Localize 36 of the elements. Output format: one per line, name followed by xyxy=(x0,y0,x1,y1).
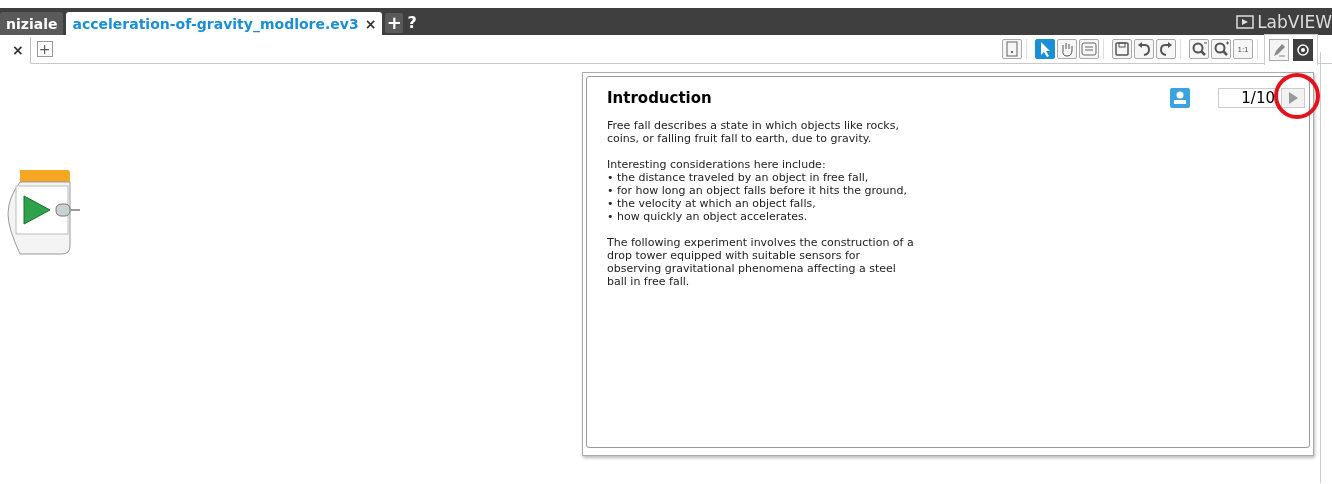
view-tab[interactable] xyxy=(1293,39,1313,61)
zoom-out-button[interactable] xyxy=(1189,39,1209,59)
document-icon xyxy=(1003,40,1021,58)
file-tab[interactable]: niziale xyxy=(0,12,64,35)
add-tab-button[interactable]: + xyxy=(385,13,404,33)
document-button[interactable] xyxy=(1002,39,1022,59)
comment-button[interactable] xyxy=(1079,39,1099,59)
program-tab[interactable]: × xyxy=(0,37,31,64)
logo-text: LabVIEW xyxy=(1257,11,1332,32)
file-tab[interactable]: acceleration-of-gravity_modlore.ev3 × xyxy=(66,12,383,35)
zoom-in-icon xyxy=(1212,40,1230,58)
person-icon[interactable] xyxy=(1170,88,1190,108)
panel-title: Introduction xyxy=(607,89,712,107)
add-program-button[interactable]: + xyxy=(36,41,53,57)
zoom-reset-button[interactable]: 1:1 xyxy=(1233,39,1253,59)
next-page-button[interactable] xyxy=(1281,88,1305,108)
redo-button[interactable] xyxy=(1156,39,1176,59)
logo-icon xyxy=(1236,14,1255,29)
undo-button[interactable] xyxy=(1134,39,1154,59)
comment-icon xyxy=(1080,40,1098,58)
hand-button[interactable] xyxy=(1057,39,1077,59)
zoom-in-button[interactable] xyxy=(1211,39,1231,59)
paragraph: The following experiment involves the construction of a drop tower equipped with suitable sensors for observing gravitational phenomena affecting a steel ball in free fall. xyxy=(607,236,915,288)
page-number-field[interactable]: 1/10 xyxy=(1218,88,1278,108)
pointer-button[interactable] xyxy=(1035,39,1055,59)
eye-icon xyxy=(1294,41,1312,59)
paragraph: Free fall describes a state in which objects like rocks, coins, or falling fruit fall to earth, due to gravity. xyxy=(607,119,900,145)
play-icon xyxy=(1288,92,1298,104)
save-button[interactable] xyxy=(1112,39,1132,59)
start-block-drawing[interactable] xyxy=(6,168,80,256)
help-button[interactable]: ? xyxy=(407,13,417,32)
save-icon xyxy=(1113,40,1131,58)
close-tab-button[interactable]: × xyxy=(12,42,24,58)
zoom-out-icon xyxy=(1190,40,1208,58)
paragraph: Interesting considerations here include: • the distance traveled by an object in free fall, • for how long an object falls before it hits the ground, • the velocity at which an object falls, • how quickly an object accelerates. xyxy=(607,158,908,223)
close-tab-button[interactable]: × xyxy=(364,15,377,32)
